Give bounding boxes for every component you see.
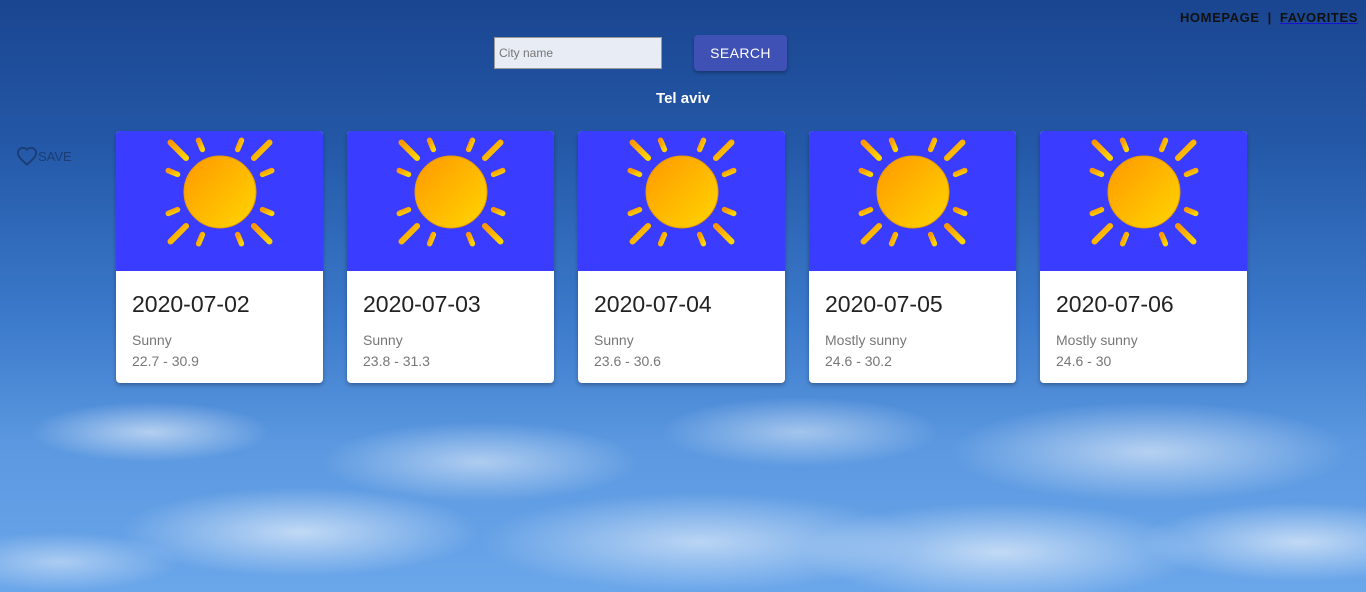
sun-icon xyxy=(578,131,785,271)
city-title: Tel aviv xyxy=(656,90,710,107)
forecast-card: 2020-07-06 Mostly sunny 24.6 - 30 xyxy=(1040,131,1247,383)
sun-icon xyxy=(347,131,554,271)
forecast-date: 2020-07-05 xyxy=(825,291,943,317)
save-favorite-button[interactable]: SAVE xyxy=(16,146,72,166)
forecast-card: 2020-07-04 Sunny 23.6 - 30.6 xyxy=(578,131,785,383)
heart-icon xyxy=(16,146,38,166)
forecast-temperature-range: 24.6 - 30 xyxy=(1056,353,1112,369)
forecast-date: 2020-07-04 xyxy=(594,291,712,317)
forecast-description: Sunny xyxy=(132,332,172,348)
nav-separator: | xyxy=(1267,10,1272,25)
nav-favorites-link[interactable]: FAVORITES xyxy=(1280,10,1358,25)
save-label: SAVE xyxy=(38,148,72,164)
forecast-temperature-range: 23.8 - 31.3 xyxy=(363,353,430,369)
forecast-temperature-range: 23.6 - 30.6 xyxy=(594,353,661,369)
search-button[interactable]: SEARCH xyxy=(694,35,787,71)
forecast-card: 2020-07-05 Mostly sunny 24.6 - 30.2 xyxy=(809,131,1016,383)
top-nav: HOMEPAGE | FAVORITES xyxy=(1180,10,1358,25)
forecast-description: Mostly sunny xyxy=(1056,332,1138,348)
forecast-date: 2020-07-06 xyxy=(1056,291,1174,317)
sun-icon xyxy=(1040,131,1247,271)
forecast-card: 2020-07-02 Sunny 22.7 - 30.9 xyxy=(116,131,323,383)
sun-icon xyxy=(809,131,1016,271)
background-clouds xyxy=(0,372,1366,592)
forecast-temperature-range: 24.6 - 30.2 xyxy=(825,353,892,369)
forecast-date: 2020-07-03 xyxy=(363,291,481,317)
forecast-description: Sunny xyxy=(363,332,403,348)
city-name-input[interactable] xyxy=(494,37,662,69)
forecast-cards: 2020-07-02 Sunny 22.7 - 30.9 2020-07-03 … xyxy=(116,131,1247,383)
forecast-date: 2020-07-02 xyxy=(132,291,250,317)
nav-homepage-link[interactable]: HOMEPAGE xyxy=(1180,10,1260,25)
forecast-description: Mostly sunny xyxy=(825,332,907,348)
forecast-card: 2020-07-03 Sunny 23.8 - 31.3 xyxy=(347,131,554,383)
forecast-temperature-range: 22.7 - 30.9 xyxy=(132,353,199,369)
sun-icon xyxy=(116,131,323,271)
forecast-description: Sunny xyxy=(594,332,634,348)
search-bar: SEARCH xyxy=(494,35,787,71)
